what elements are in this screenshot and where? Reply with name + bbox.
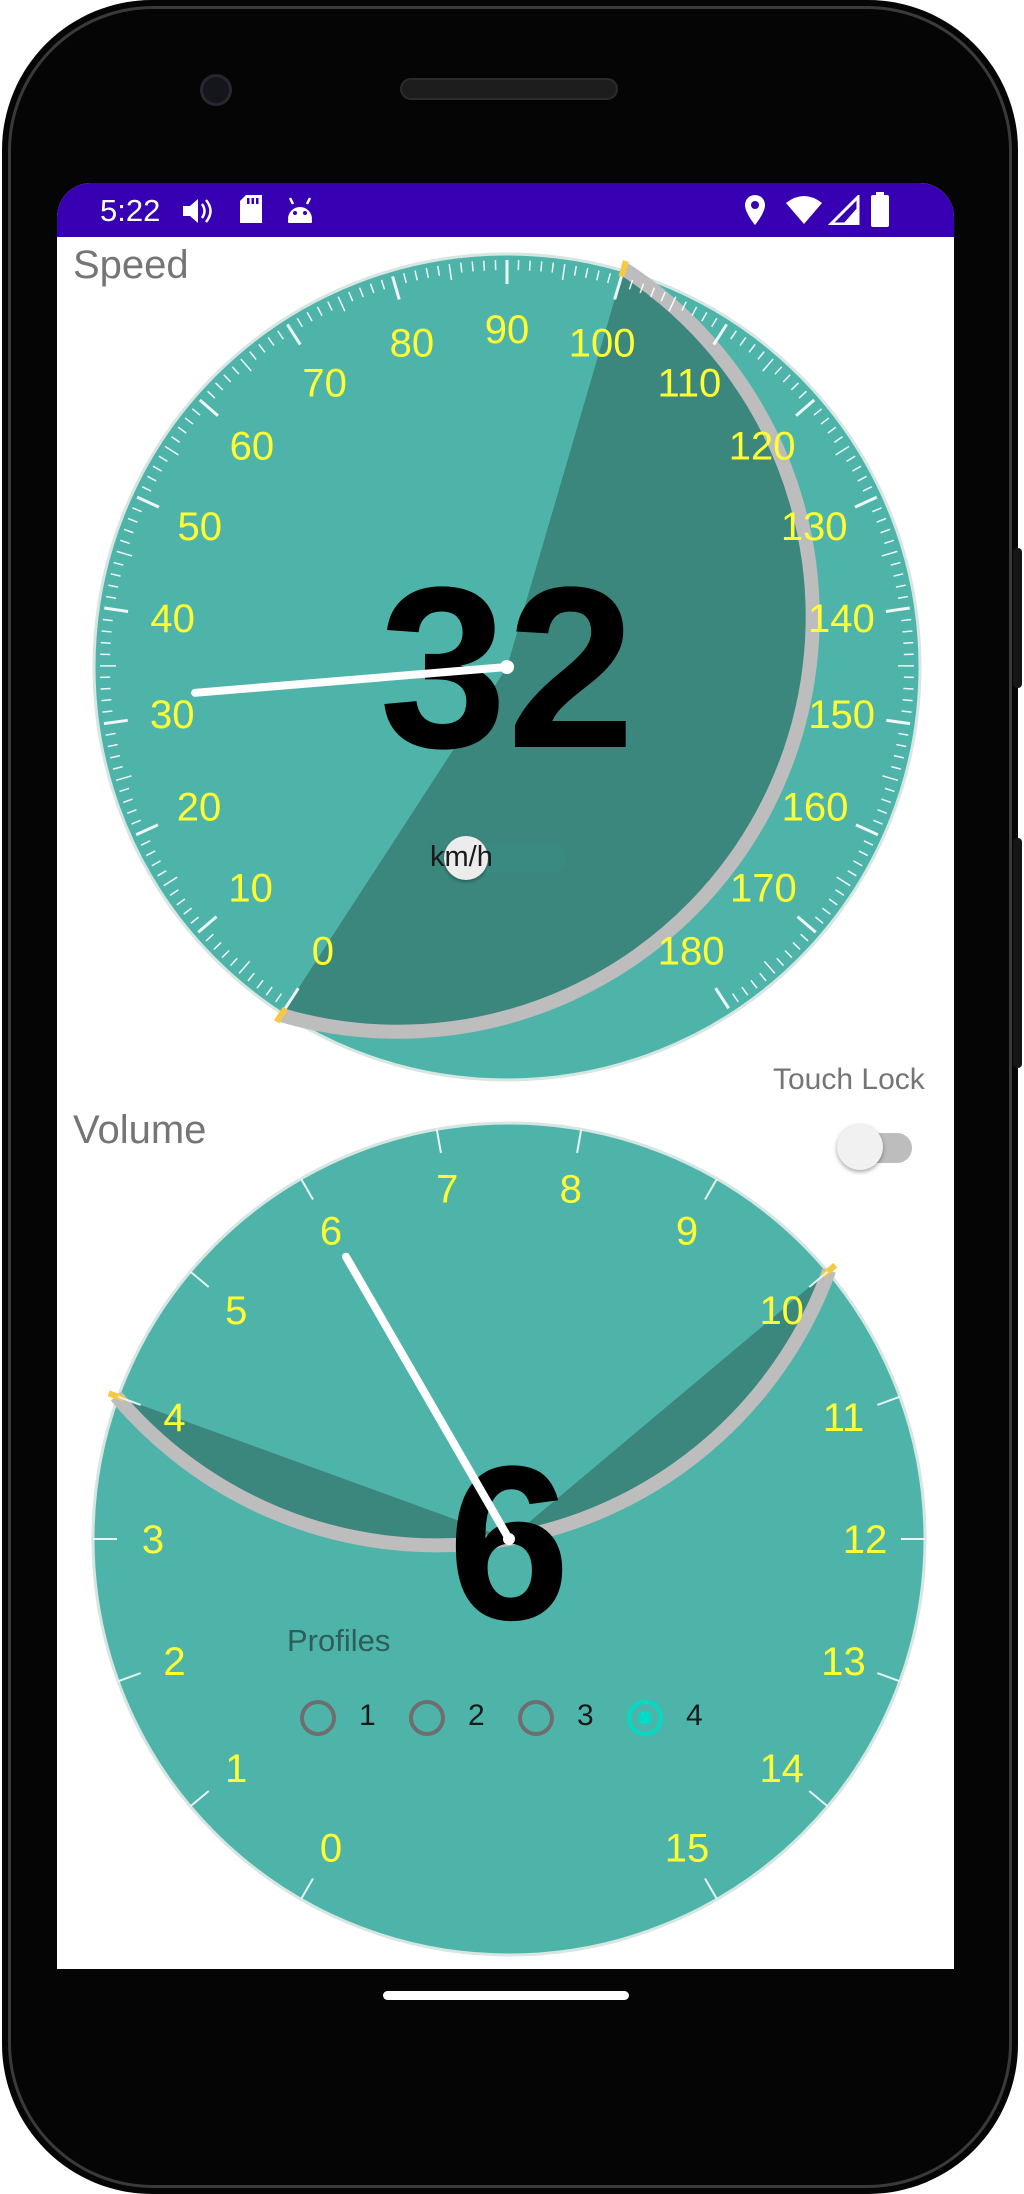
- speed-unit-label: km/h: [430, 841, 493, 873]
- app-screen: 5:22 0 10 20 30 40 50 60 70 80 90 100 11…: [57, 183, 954, 1969]
- home-gesture-bar[interactable]: [383, 1991, 629, 2000]
- profile-radio-3[interactable]: [518, 1700, 554, 1736]
- volume-tick-label: 4: [163, 1396, 185, 1440]
- touch-lock-switch-thumb[interactable]: [837, 1124, 883, 1170]
- profiles-label: Profiles: [287, 1623, 391, 1658]
- profile-option-4-label: 4: [686, 1699, 703, 1732]
- volume-tick-label: 2: [163, 1640, 185, 1684]
- profile-option-2-label: 2: [468, 1699, 485, 1732]
- volume-tick-label: 15: [665, 1826, 710, 1870]
- volume-tick-label: 6: [320, 1210, 342, 1254]
- volume-title: Volume: [73, 1108, 207, 1152]
- profile-radio-4[interactable]: [627, 1700, 663, 1736]
- profile-radio-2[interactable]: [409, 1700, 445, 1736]
- volume-tick-label: 13: [821, 1640, 866, 1684]
- profile-radio-1[interactable]: [300, 1700, 336, 1736]
- earpiece-speaker: [400, 78, 618, 100]
- volume-tick-label: 5: [225, 1289, 247, 1333]
- touch-lock-label: Touch Lock: [773, 1063, 925, 1096]
- profile-option-3-label: 3: [577, 1699, 594, 1732]
- volume-rocker: [1013, 838, 1022, 1068]
- volume-tick-label: 14: [759, 1747, 804, 1791]
- volume-tick-label: 7: [436, 1167, 458, 1211]
- volume-tick-label: 11: [823, 1396, 865, 1440]
- power-button: [1013, 548, 1022, 688]
- volume-tick-label: 0: [320, 1826, 342, 1870]
- profile-option-1-label: 1: [359, 1699, 376, 1732]
- volume-tick-label: 10: [759, 1289, 804, 1333]
- volume-needle-hub: [503, 1533, 515, 1545]
- volume-tick-label: 3: [142, 1518, 164, 1562]
- volume-tick-label: 9: [676, 1210, 698, 1254]
- front-camera: [200, 74, 232, 106]
- speed-title: Speed: [73, 243, 189, 287]
- volume-tick-label: 8: [560, 1167, 582, 1211]
- volume-tick-label: 12: [843, 1518, 888, 1562]
- volume-tick-label: 1: [225, 1747, 247, 1791]
